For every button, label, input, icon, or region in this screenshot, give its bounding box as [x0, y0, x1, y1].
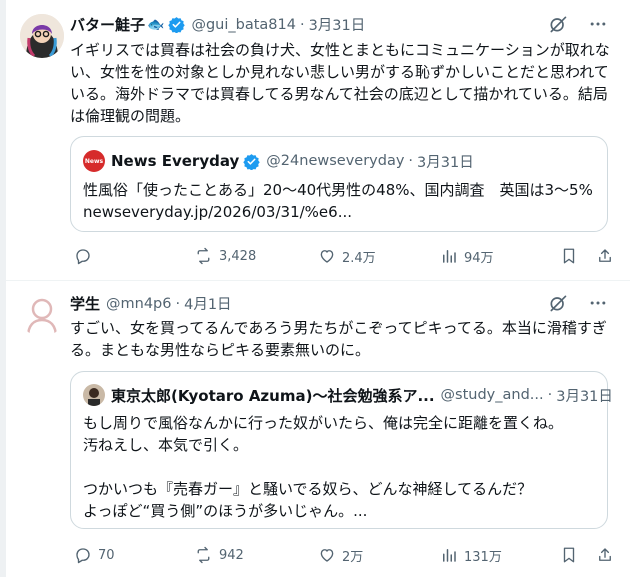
- quoted-handle: @24newseveryday: [266, 153, 405, 169]
- quoted-text: 性風俗「使ったことある」20～40代男性の48%、国内調査 英国は3～5%: [83, 181, 593, 199]
- tweet-text: イギリスでは買春は社会の負け犬、女性とまともにコミュニケーションが取れない、女性…: [70, 41, 610, 125]
- repost-button[interactable]: 942: [194, 546, 244, 564]
- separator-dot: ·: [299, 16, 305, 33]
- verified-badge-icon: [243, 153, 261, 170]
- quoted-line-1: もし周りで風俗なんかに行った奴がいたら、俺は完全に距離を置くね。: [83, 414, 564, 432]
- separator-dot: ·: [408, 153, 414, 169]
- quoted-tweet-header: News News Everyday @24newseveryday · 3月3…: [83, 150, 474, 172]
- views-button[interactable]: 94万: [440, 247, 494, 266]
- quoted-timestamp: 3月31日: [417, 154, 474, 171]
- quoted-line-3: つかいつも『売春ガー』と騒いでる奴ら、どんな神経してるんだ？: [83, 480, 533, 498]
- tweet-top-icons: [548, 14, 608, 34]
- reply-icon: [76, 249, 90, 265]
- like-button[interactable]: 2.4万: [318, 247, 376, 266]
- avatar[interactable]: [20, 293, 64, 337]
- quoted-tweet-header: 東京太郎(Kyotaro Azuma)〜社会勉強系ア... @study_and…: [83, 384, 613, 406]
- tweet-2[interactable]: 学生 @mn4p6 · 4月1日 すごい、女を買ってるんであろう男たちがこぞって…: [6, 281, 630, 577]
- repost-button[interactable]: 3,428: [194, 247, 256, 265]
- tweet-text: すごい、女を買ってるんであろう男たちがこぞってピキってる。本当に滑稽すぎる。まと…: [70, 319, 607, 359]
- avatar[interactable]: [20, 14, 64, 58]
- views-count: 94万: [464, 250, 494, 266]
- like-count: 2万: [342, 549, 364, 565]
- action-bar: 70 942 2万 131万: [70, 543, 616, 567]
- quoted-timestamp: 3月31日: [556, 388, 613, 405]
- repost-icon: [197, 546, 210, 564]
- share-button[interactable]: [596, 546, 614, 564]
- news-logo: News: [83, 150, 105, 172]
- tweet-header: バター鮭子 🐟 @gui_bata814 · 3月31日: [70, 14, 365, 35]
- like-count: 2.4万: [342, 250, 376, 266]
- tweet-top-icons: [548, 293, 608, 313]
- quoted-link[interactable]: newseveryday.jp/2026/03/31/%e6...: [83, 201, 593, 223]
- quoted-handle: @study_and...: [440, 387, 544, 403]
- quoted-avatar: [83, 384, 105, 406]
- reply-count: 70: [98, 547, 115, 563]
- share-icon: [599, 548, 611, 561]
- fish-emoji: 🐟: [147, 16, 165, 33]
- grok-icon[interactable]: [548, 293, 568, 313]
- repost-count: 3,428: [219, 248, 257, 264]
- timestamp[interactable]: 3月31日: [309, 14, 366, 35]
- quoted-tweet[interactable]: News News Everyday @24newseveryday · 3月3…: [70, 136, 608, 232]
- action-bar: 3,428 2.4万 94万: [70, 244, 616, 268]
- share-icon: [599, 249, 611, 262]
- like-icon: [320, 549, 334, 562]
- reply-button[interactable]: 70: [74, 546, 115, 564]
- views-button[interactable]: 131万: [440, 546, 502, 565]
- quoted-display-name: 東京太郎(Kyotaro Azuma)〜社会勉強系ア...: [111, 386, 435, 405]
- quoted-display-name: News Everyday: [111, 152, 240, 170]
- timestamp[interactable]: 4月1日: [184, 293, 231, 314]
- separator-dot: ·: [175, 295, 181, 312]
- news-logo-text: News: [84, 157, 104, 165]
- separator-dot: ·: [547, 387, 553, 403]
- tweet-header: 学生 @mn4p6 · 4月1日: [70, 293, 232, 314]
- more-icon[interactable]: [588, 293, 608, 313]
- bookmark-icon: [563, 248, 575, 264]
- views-count: 131万: [464, 549, 502, 565]
- reply-button[interactable]: [74, 247, 98, 265]
- bookmark-button[interactable]: [560, 546, 578, 564]
- views-icon: [443, 250, 456, 263]
- tweet-1[interactable]: バター鮭子 🐟 @gui_bata814 · 3月31日 イギリスでは買春は社会…: [6, 0, 630, 278]
- like-button[interactable]: 2万: [318, 546, 363, 565]
- quoted-line-2: 汚ねえし、本気で引く。: [83, 436, 249, 454]
- views-icon: [443, 549, 456, 562]
- handle[interactable]: @mn4p6: [106, 296, 171, 312]
- like-icon: [320, 250, 334, 263]
- handle[interactable]: @gui_bata814: [191, 17, 296, 33]
- display-name[interactable]: バター鮭子: [70, 14, 145, 35]
- repost-count: 942: [219, 547, 244, 563]
- bookmark-button[interactable]: [560, 247, 578, 265]
- bookmark-icon: [563, 547, 575, 563]
- quoted-tweet[interactable]: 東京太郎(Kyotaro Azuma)〜社会勉強系ア... @study_and…: [70, 371, 613, 529]
- display-name[interactable]: 学生: [70, 293, 100, 314]
- reply-icon: [76, 548, 90, 564]
- quoted-line-4: よっぽど“買う側”のほうが多いじゃん。...: [83, 502, 368, 520]
- more-icon[interactable]: [588, 14, 608, 34]
- share-button[interactable]: [596, 247, 614, 265]
- grok-icon[interactable]: [548, 14, 568, 34]
- timeline-feed: バター鮭子 🐟 @gui_bata814 · 3月31日 イギリスでは買春は社会…: [0, 0, 640, 577]
- repost-icon: [197, 247, 210, 265]
- verified-badge-icon: [168, 16, 186, 34]
